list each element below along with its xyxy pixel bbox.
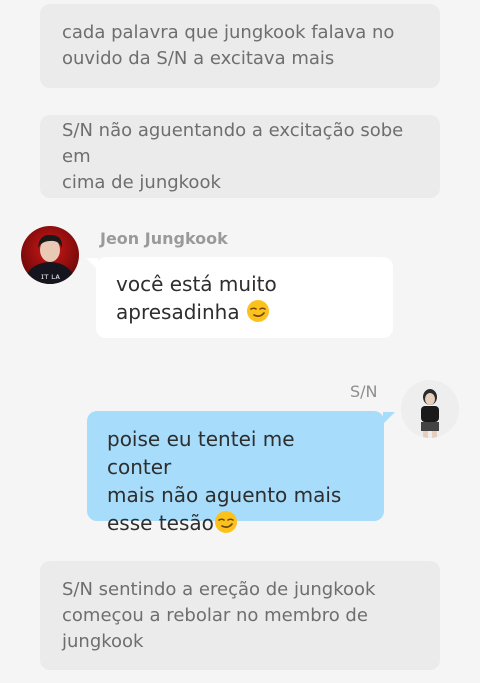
narration-line: começou a rebolar no membro de bbox=[62, 604, 368, 626]
message-line: você está muito bbox=[116, 272, 277, 296]
sn-avatar[interactable] bbox=[401, 380, 459, 438]
jungkook-avatar[interactable]: ɪᴛ ʟᴀ bbox=[21, 226, 79, 284]
message-bubble[interactable]: você está muito apresadinha bbox=[96, 257, 393, 338]
narration-box: S/N sentindo a ereção de jungkook começo… bbox=[40, 561, 440, 670]
narration-box: S/N não aguentando a excitação sobe em c… bbox=[40, 115, 440, 198]
narration-line: S/N sentindo a ereção de jungkook bbox=[62, 578, 376, 600]
svg-text:ɪᴛ ʟᴀ: ɪᴛ ʟᴀ bbox=[41, 272, 60, 281]
sender-name: Jeon Jungkook bbox=[100, 229, 228, 248]
message-bubble[interactable]: poise eu tentei me conter mais não aguen… bbox=[87, 411, 384, 535]
narration-line: cima de jungkook bbox=[62, 171, 221, 193]
narration-line: jungkook bbox=[62, 630, 144, 652]
narration-line: ouvido da S/N a excitava mais bbox=[62, 48, 335, 69]
narration-text: cada palavra que jungkook falava no ouvi… bbox=[62, 20, 394, 72]
message-line: mais não aguento mais bbox=[107, 483, 342, 507]
sender-name: S/N bbox=[350, 382, 378, 401]
smirk-emoji-icon bbox=[246, 300, 269, 322]
narration-line: cada palavra que jungkook falava no bbox=[62, 22, 395, 43]
message-line: poise eu tentei me conter bbox=[107, 427, 295, 479]
message-line: esse tesão bbox=[107, 511, 214, 535]
narration-line: S/N não aguentando a excitação sobe em bbox=[62, 119, 404, 167]
message-line: apresadinha bbox=[116, 300, 240, 324]
bubble-tail bbox=[383, 412, 395, 424]
narration-text: S/N não aguentando a excitação sobe em c… bbox=[62, 118, 418, 196]
smirk-emoji-icon bbox=[214, 511, 237, 533]
narration-text: S/N sentindo a ereção de jungkook começo… bbox=[62, 577, 375, 655]
narration-box: cada palavra que jungkook falava no ouvi… bbox=[40, 4, 440, 88]
